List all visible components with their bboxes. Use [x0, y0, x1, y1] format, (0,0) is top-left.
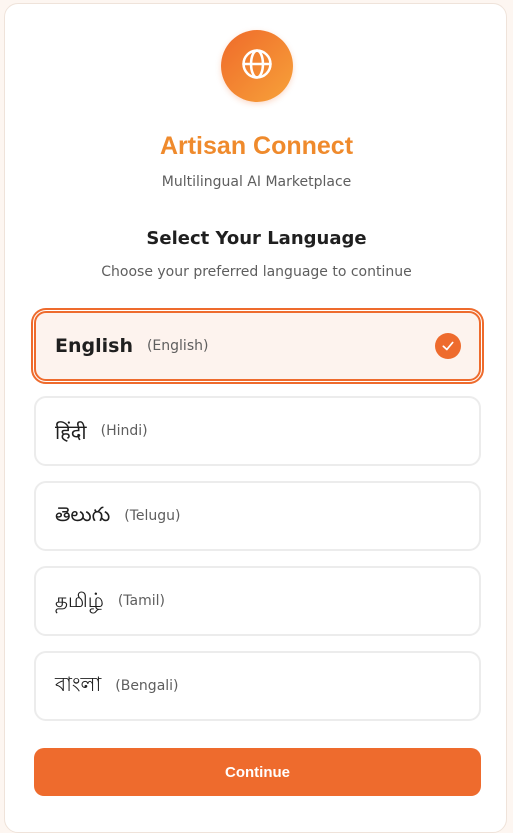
language-english-name: (Tamil): [117, 593, 165, 609]
language-english-name: (Hindi): [100, 423, 148, 439]
language-english-name: (Telugu): [124, 508, 181, 524]
language-native-name: తెలుగు: [55, 501, 111, 526]
globe-icon: [240, 47, 274, 85]
language-option-english[interactable]: English (English): [31, 308, 484, 384]
app-subtitle: Multilingual AI Marketplace: [161, 174, 352, 190]
app-title: Artisan Connect: [159, 132, 354, 160]
language-option-hindi[interactable]: हिंदी (Hindi): [34, 396, 481, 466]
language-native-name: हिंदी: [55, 419, 87, 444]
language-option-tamil[interactable]: தமிழ் (Tamil): [34, 566, 481, 636]
language-option-bengali[interactable]: বাংলা (Bengali): [34, 651, 481, 721]
select-language-heading: Select Your Language: [146, 228, 367, 249]
continue-button[interactable]: Continue: [34, 748, 481, 796]
language-english-name: (Bengali): [115, 678, 179, 694]
language-native-name: বাংলা: [55, 671, 102, 696]
language-english-name: (English): [146, 338, 209, 354]
app-logo: [221, 30, 293, 102]
language-card: Artisan Connect Multilingual AI Marketpl…: [4, 3, 507, 833]
select-language-subtitle: Choose your preferred language to contin…: [101, 264, 412, 280]
language-native-name: English: [55, 335, 133, 357]
language-option-telugu[interactable]: తెలుగు (Telugu): [34, 481, 481, 551]
check-icon: [435, 333, 461, 359]
language-native-name: தமிழ்: [55, 587, 104, 612]
